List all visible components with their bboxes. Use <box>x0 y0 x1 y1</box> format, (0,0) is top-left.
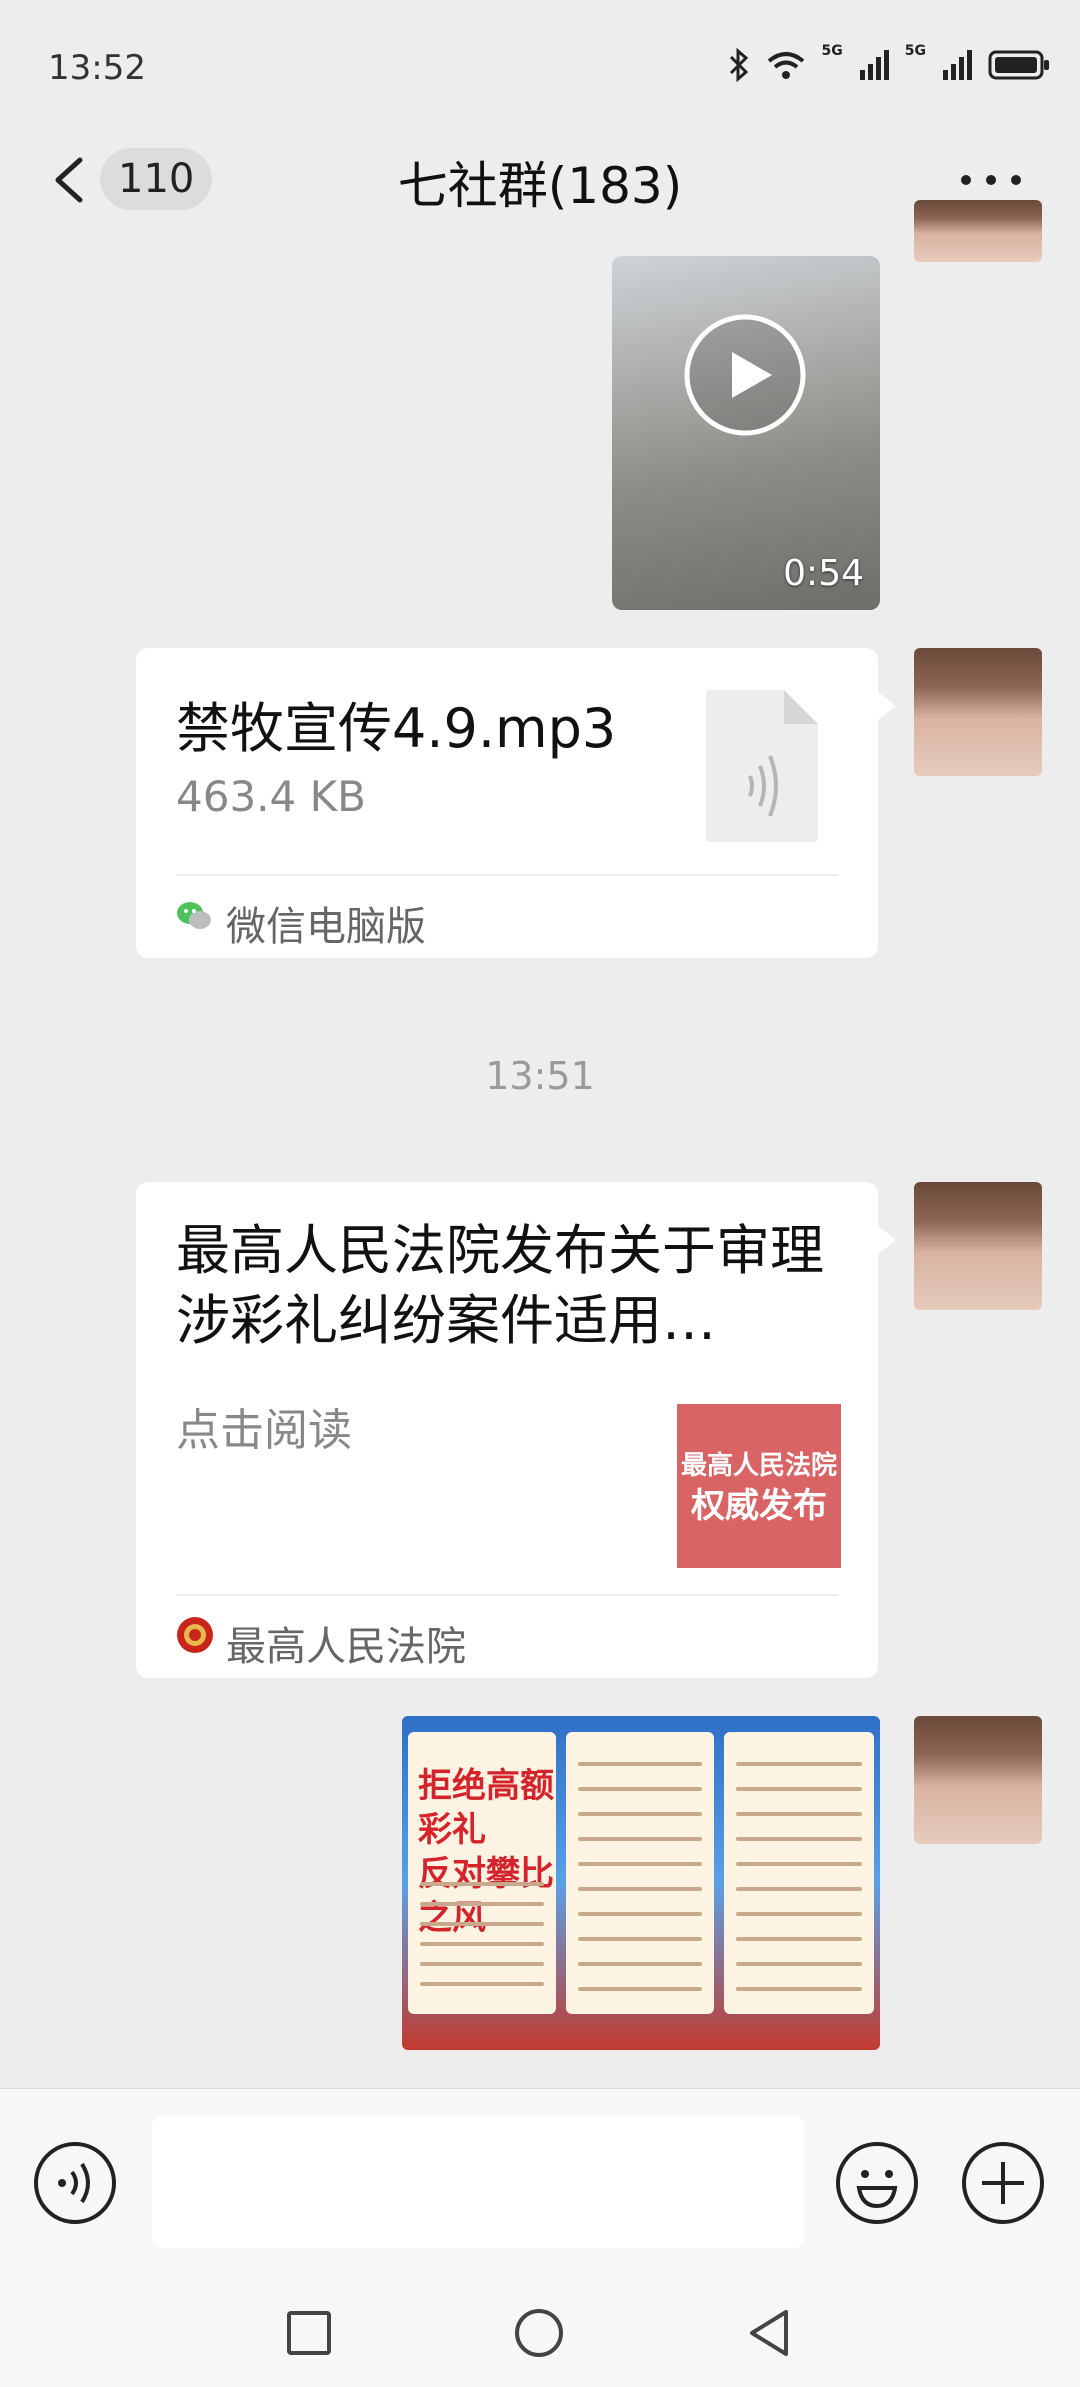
poster-text-line <box>578 1987 702 1991</box>
recent-apps-icon[interactable] <box>286 2310 332 2356</box>
play-icon[interactable] <box>682 312 808 438</box>
voice-input-icon[interactable] <box>32 2140 118 2226</box>
poster-panel <box>724 1732 874 2014</box>
thumb-line-1: 最高人民法院 <box>680 1451 837 1481</box>
poster-text-line <box>736 1987 862 1991</box>
message-input[interactable] <box>152 2116 804 2248</box>
court-emblem-icon <box>177 1617 213 1653</box>
network-type-2: 5G <box>904 43 926 59</box>
avatar[interactable] <box>914 648 1042 776</box>
poster-text-line <box>578 1837 702 1841</box>
divider <box>176 1594 838 1596</box>
poster-panel <box>566 1732 714 2014</box>
avatar[interactable] <box>914 200 1042 262</box>
poster-text-line <box>420 1942 544 1946</box>
poster-text-line <box>736 1787 862 1791</box>
poster-text-line <box>736 1962 862 1966</box>
status-time: 13:52 <box>48 48 146 88</box>
thumb-line-2: 权威发布 <box>691 1486 827 1526</box>
poster-headline-line: 拒绝高额彩礼 <box>418 1766 554 1850</box>
article-read-link: 点击阅读 <box>176 1405 352 1456</box>
file-name: 禁牧宣传4.9.mp3 <box>176 697 617 760</box>
avatar[interactable] <box>914 1182 1042 1310</box>
article-title: 最高人民法院发布关于审理涉彩礼纠纷案件适用… <box>176 1219 824 1352</box>
time-divider: 13:51 <box>485 1054 595 1098</box>
avatar[interactable] <box>914 1716 1042 1844</box>
image-message[interactable]: 拒绝高额彩礼 反对攀比之风 <box>402 1716 880 2050</box>
divider <box>176 874 838 876</box>
poster-text-line <box>578 1887 702 1891</box>
wechat-icon <box>177 902 211 929</box>
poster-headline-line: 反对攀比之风 <box>418 1854 554 1938</box>
network-type-1: 5G <box>821 43 843 59</box>
bubble-tail <box>878 692 896 720</box>
emoji-icon[interactable] <box>834 2140 920 2226</box>
audio-file-icon <box>706 690 818 842</box>
poster-panel: 拒绝高额彩礼 反对攀比之风 <box>408 1732 556 2014</box>
signal-icon <box>859 50 889 80</box>
article-source: 最高人民法院 <box>226 1624 466 1670</box>
poster-text-line <box>578 1812 702 1816</box>
poster-text-line <box>578 1762 702 1766</box>
plus-icon[interactable] <box>960 2140 1046 2226</box>
poster-text-line <box>420 1962 544 1966</box>
poster-text-line <box>736 1837 862 1841</box>
poster-headline: 拒绝高额彩礼 反对攀比之风 <box>418 1764 556 1940</box>
battery-icon <box>988 50 1049 80</box>
poster-text-line <box>578 1787 702 1791</box>
wifi-icon <box>767 52 804 79</box>
signal-icon <box>943 50 972 80</box>
file-size: 463.4 KB <box>176 772 366 821</box>
poster-text-line <box>736 1862 862 1866</box>
poster-text-line <box>420 1922 544 1926</box>
status-icons: 5G 5G <box>728 43 1050 82</box>
poster-text-line <box>736 1812 862 1816</box>
video-message[interactable]: 0:54 <box>612 256 880 610</box>
file-source: 微信电脑版 <box>226 904 426 950</box>
article-message[interactable]: 最高人民法院发布关于审理涉彩礼纠纷案件适用… 点击阅读 最高人民法院 权威发布 … <box>136 1182 878 1678</box>
poster-text-line <box>736 1887 862 1891</box>
article-thumbnail: 最高人民法院 权威发布 <box>677 1404 841 1568</box>
home-icon[interactable] <box>514 2308 564 2358</box>
poster-text-line <box>736 1912 862 1916</box>
poster-text-line <box>578 1962 702 1966</box>
back-nav-icon[interactable] <box>746 2308 792 2358</box>
bubble-tail <box>878 1226 896 1254</box>
more-icon[interactable] <box>956 160 1026 200</box>
poster-text-line <box>736 1937 862 1941</box>
file-message[interactable]: 禁牧宣传4.9.mp3 463.4 KB 微信电脑版 <box>136 648 878 958</box>
poster-text-line <box>578 1862 702 1866</box>
poster-text-line <box>736 1762 862 1766</box>
poster-text-line <box>420 1882 544 1886</box>
poster-text-line <box>578 1912 702 1916</box>
poster-text-line <box>420 1982 544 1986</box>
poster-text-line <box>420 1902 544 1906</box>
bluetooth-icon <box>729 48 748 82</box>
poster-text-line <box>578 1937 702 1941</box>
video-duration: 0:54 <box>783 553 864 594</box>
